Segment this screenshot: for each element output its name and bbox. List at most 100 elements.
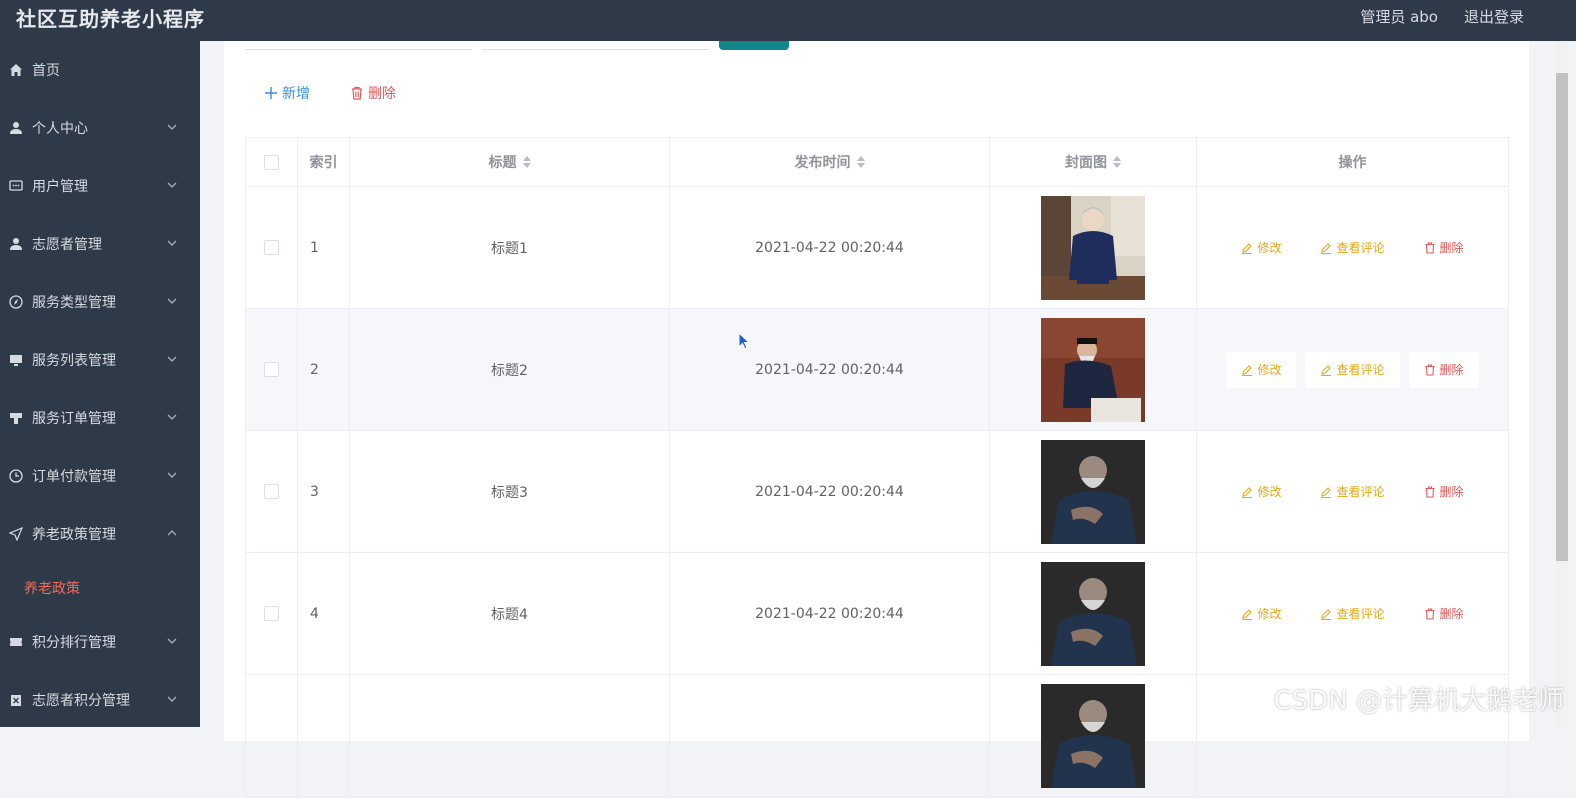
trash-icon	[352, 86, 362, 100]
publish-time-cell	[670, 675, 990, 796]
scrollbar-thumb[interactable]	[1556, 73, 1568, 561]
edit-icon	[1321, 242, 1332, 254]
delete-button[interactable]: 删除	[1408, 351, 1479, 388]
sidebar-item-label: 积分排行管理	[32, 635, 116, 651]
sidebar-item-volunteer-management[interactable]: 志愿者管理	[0, 215, 200, 273]
cover-image	[1041, 683, 1145, 788]
sidebar-item-personal-center[interactable]: 个人中心	[0, 99, 200, 157]
header-index: 索引	[298, 138, 350, 186]
monitor-icon	[8, 352, 24, 368]
sidebar-item-home[interactable]: 首页	[0, 41, 200, 99]
sidebar-item-label: 首页	[32, 63, 60, 79]
compass-icon	[8, 294, 24, 310]
delete-label: 删除	[1439, 241, 1464, 255]
title-cell	[350, 675, 670, 796]
header-actions: 操作	[1338, 155, 1367, 171]
search-input-title[interactable]	[245, 41, 472, 50]
chevron-down-icon	[167, 298, 177, 304]
search-input-secondary[interactable]	[482, 41, 709, 50]
user-icon	[8, 120, 24, 136]
delete-button[interactable]: 删除	[1409, 596, 1479, 632]
edit-button[interactable]: 修改	[1226, 230, 1296, 266]
sort-icon[interactable]	[1113, 156, 1121, 168]
edit-icon	[1242, 608, 1253, 620]
publish-time-cell: 2021-04-22 00:20:44	[670, 553, 990, 674]
chevron-down-icon	[167, 182, 177, 188]
row-checkbox[interactable]	[264, 484, 279, 499]
search-button[interactable]	[719, 41, 789, 50]
edit-icon	[1321, 486, 1332, 498]
row-checkbox-cell	[246, 553, 298, 674]
cover-cell	[990, 553, 1197, 674]
main-content: 新增 删除 索引 标题 发布时间 封面图 操作 1 标题1 2021-04-22…	[200, 41, 1556, 798]
chevron-down-icon	[167, 696, 177, 702]
cover-image	[1041, 317, 1145, 422]
delete-label: 删除	[1439, 363, 1464, 377]
sidebar-item-user-management[interactable]: 用户管理	[0, 157, 200, 215]
edit-icon	[1242, 242, 1253, 254]
sidebar-item-label: 服务列表管理	[32, 353, 116, 369]
table-row: 4 标题4 2021-04-22 00:20:44 修改 查看评论 删除	[246, 553, 1508, 675]
trash-icon	[1425, 485, 1434, 498]
header-title-label: 标题	[488, 155, 517, 171]
row-checkbox[interactable]	[264, 240, 279, 255]
actions-cell: 修改 查看评论 删除	[1197, 187, 1508, 308]
edit-label: 修改	[1257, 485, 1282, 499]
sidebar-item-elderly-policy-management[interactable]: 养老政策管理	[0, 505, 200, 563]
row-checkbox[interactable]	[264, 362, 279, 377]
edit-button[interactable]: 修改	[1226, 351, 1297, 388]
actions-cell: 修改 查看评论 删除	[1197, 553, 1508, 674]
sidebar-item-points-ranking-management[interactable]: 积分排行管理	[0, 613, 200, 671]
publish-time-cell: 2021-04-22 00:20:44	[670, 431, 990, 552]
row-checkbox-cell	[246, 675, 298, 796]
page-scrollbar[interactable]	[1556, 41, 1568, 727]
mouse-cursor-icon	[738, 332, 751, 350]
sidebar-item-order-payment-management[interactable]: 订单付款管理	[0, 447, 200, 505]
edit-button[interactable]: 修改	[1226, 596, 1296, 632]
view-comments-button[interactable]: 查看评论	[1305, 230, 1399, 266]
sidebar-item-service-list-management[interactable]: 服务列表管理	[0, 331, 200, 389]
sidebar: 首页 个人中心 用户管理 志愿者管理 服务类型管理 服务列表管理 服务订单管理 …	[0, 41, 200, 727]
chevron-down-icon	[167, 124, 177, 130]
batch-delete-label: 删除	[368, 86, 396, 102]
add-button[interactable]: 新增	[264, 83, 310, 103]
batch-delete-button[interactable]: 删除	[350, 83, 396, 103]
trash-icon	[1425, 607, 1434, 620]
delete-button[interactable]: 删除	[1409, 230, 1479, 266]
header-title[interactable]: 标题	[350, 138, 670, 186]
chevron-down-icon	[167, 414, 177, 420]
actions-cell: 修改 查看评论 删除	[1197, 309, 1508, 430]
row-checkbox[interactable]	[264, 606, 279, 621]
actions-cell: 修改 查看评论 删除	[1197, 431, 1508, 552]
edit-label: 修改	[1257, 363, 1282, 377]
logout-link[interactable]: 退出登录	[1464, 6, 1524, 27]
delete-icon	[8, 692, 24, 708]
edit-label: 修改	[1257, 241, 1282, 255]
admin-user-label[interactable]: 管理员 abo	[1360, 6, 1438, 27]
sidebar-item-label: 订单付款管理	[32, 469, 116, 485]
view-comments-label: 查看评论	[1336, 241, 1385, 255]
sidebar-item-service-order-management[interactable]: 服务订单管理	[0, 389, 200, 447]
view-comments-button[interactable]: 查看评论	[1305, 351, 1400, 388]
chat-icon	[8, 178, 24, 194]
sidebar-item-volunteer-points-management[interactable]: 志愿者积分管理	[0, 671, 200, 727]
select-all-checkbox[interactable]	[264, 154, 279, 170]
sort-icon[interactable]	[856, 156, 865, 168]
view-comments-button[interactable]: 查看评论	[1305, 474, 1399, 510]
sort-icon[interactable]	[522, 156, 531, 168]
view-comments-button[interactable]: 查看评论	[1305, 596, 1399, 632]
cover-cell	[990, 309, 1197, 430]
delete-button[interactable]: 删除	[1409, 474, 1479, 510]
header-cover[interactable]: 封面图	[990, 138, 1197, 186]
view-comments-label: 查看评论	[1336, 607, 1385, 621]
sidebar-item-service-type-management[interactable]: 服务类型管理	[0, 273, 200, 331]
chevron-down-icon	[167, 638, 177, 644]
header-publish-time[interactable]: 发布时间	[670, 138, 990, 186]
edit-button[interactable]: 修改	[1226, 474, 1296, 510]
delete-label: 删除	[1439, 485, 1464, 499]
cover-image	[1041, 195, 1145, 300]
user-icon	[8, 236, 24, 252]
chevron-down-icon	[167, 240, 177, 246]
trash-icon	[1425, 241, 1434, 254]
sidebar-subitem-elderly-policy[interactable]: 养老政策	[0, 563, 200, 613]
